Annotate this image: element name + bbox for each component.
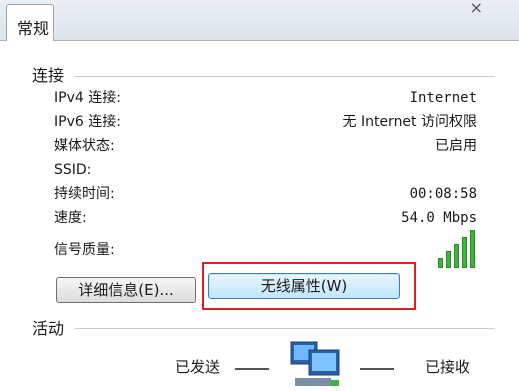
sent-connector: [235, 368, 269, 370]
signal-bar: [470, 230, 475, 268]
duration-value: 00:08:58: [409, 186, 477, 202]
ipv4-value: Internet: [409, 90, 477, 106]
tab-general-label: 常规: [17, 19, 50, 38]
highlight-box: [202, 262, 416, 310]
received-connector: [360, 368, 394, 370]
signal-bar: [438, 258, 443, 268]
speed-value: 54.0 Mbps: [401, 210, 477, 226]
signal-bar: [446, 251, 451, 268]
connection-group-title: 连接: [32, 62, 71, 86]
signal-bar: [462, 237, 467, 268]
speed-label: 速度:: [54, 210, 87, 226]
signal-strength-icon: [438, 230, 480, 268]
ssid-label: SSID:: [54, 162, 92, 178]
tab-strip: 常规 ×: [0, 0, 519, 41]
network-computer-icon: [290, 341, 340, 386]
activity-group-line: [75, 328, 495, 329]
sent-label: 已发送: [175, 358, 221, 376]
received-label: 已接收: [425, 358, 471, 376]
tab-general[interactable]: 常规: [6, 4, 54, 41]
duration-label: 持续时间:: [54, 186, 115, 202]
activity-group-title: 活动: [32, 315, 71, 339]
signal-quality-label: 信号质量:: [54, 242, 115, 258]
details-button[interactable]: 详细信息(E)...: [56, 277, 196, 303]
media-status-value: 已启用: [435, 138, 477, 154]
media-status-label: 媒体状态:: [54, 138, 115, 154]
signal-bar: [454, 244, 459, 268]
close-icon[interactable]: ×: [470, 0, 483, 17]
connection-group-line: [75, 76, 495, 77]
ipv6-value: 无 Internet 访问权限: [342, 114, 478, 130]
ipv6-label: IPv6 连接:: [54, 114, 121, 130]
ipv4-label: IPv4 连接:: [54, 90, 121, 106]
